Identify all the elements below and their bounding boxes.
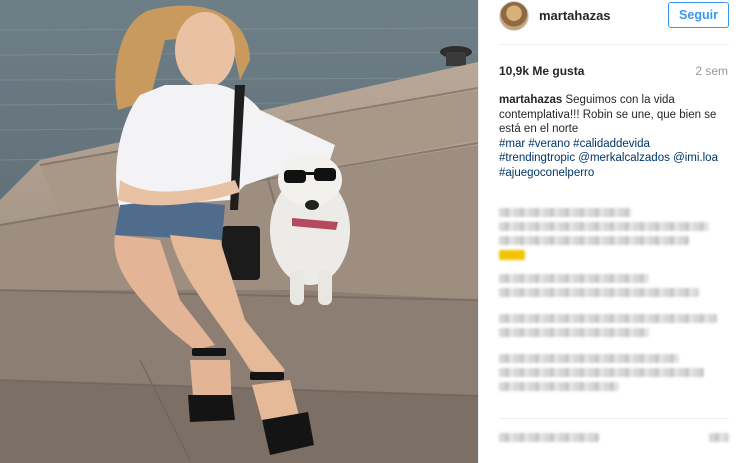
avatar[interactable] bbox=[499, 1, 529, 31]
hashtag[interactable]: #trendingtropic bbox=[499, 152, 575, 164]
post-details-panel: martahazas Seguir 10,9k Me gusta 2 sem m… bbox=[478, 0, 738, 463]
divider bbox=[499, 418, 729, 419]
caption-username[interactable]: martahazas bbox=[499, 94, 562, 106]
post-time[interactable]: 2 sem bbox=[695, 64, 728, 78]
list-item bbox=[499, 274, 731, 314]
hashtag[interactable]: #mar bbox=[499, 138, 525, 150]
list-item bbox=[499, 314, 731, 354]
hashtag[interactable]: #calidaddevida bbox=[573, 138, 650, 150]
likes-count[interactable]: 10,9k Me gusta bbox=[499, 64, 584, 78]
follow-button[interactable]: Seguir bbox=[668, 2, 729, 28]
divider bbox=[499, 44, 729, 45]
list-item bbox=[499, 354, 731, 394]
post-caption: martahazas Seguimos con la vida contempl… bbox=[499, 93, 731, 180]
list-item bbox=[499, 248, 731, 274]
mention[interactable]: @imi.loa bbox=[673, 152, 718, 164]
username-link[interactable]: martahazas bbox=[539, 8, 611, 23]
mention[interactable]: @merkalcalzados bbox=[578, 152, 670, 164]
post-header: martahazas Seguir bbox=[479, 0, 738, 33]
hashtag[interactable]: #ajuegoconelperro bbox=[499, 167, 594, 179]
post-photo bbox=[0, 0, 478, 463]
comments-list bbox=[499, 208, 731, 394]
list-item bbox=[499, 208, 731, 248]
hashtag[interactable]: #verano bbox=[528, 138, 570, 150]
comment-input-area[interactable] bbox=[499, 428, 731, 448]
